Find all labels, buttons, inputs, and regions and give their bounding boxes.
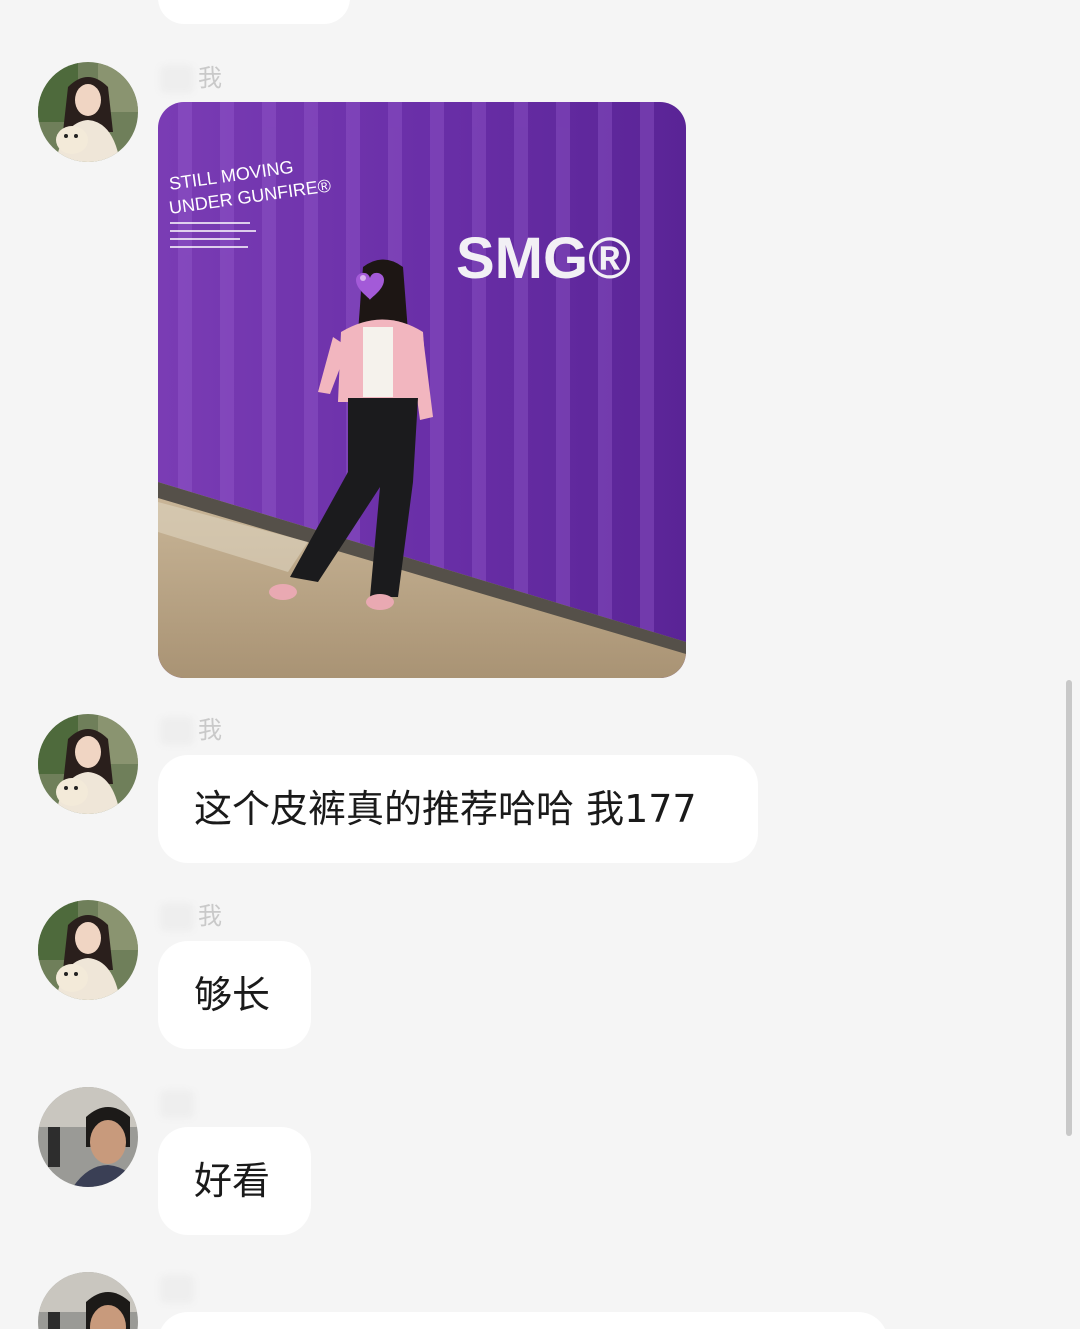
- avatar[interactable]: [38, 1272, 138, 1329]
- avatar[interactable]: [38, 1087, 138, 1187]
- chat-screen: 我 STILL MOVING UNDER GUNFIRE® SMG® 我 这个皮…: [0, 0, 1080, 1329]
- previous-message-bubble[interactable]: [158, 0, 350, 24]
- avatar[interactable]: [38, 900, 138, 1000]
- message-bubble[interactable]: 好看: [158, 1127, 311, 1235]
- sender-name: [160, 1085, 198, 1121]
- brand-logo: SMG®: [456, 226, 631, 291]
- message-bubble[interactable]: [158, 1312, 888, 1329]
- avatar[interactable]: [38, 714, 138, 814]
- avatar[interactable]: [38, 62, 138, 162]
- message-bubble[interactable]: 够长: [158, 941, 311, 1049]
- sender-name: 我: [160, 898, 224, 934]
- sender-name: 我: [160, 60, 224, 96]
- sender-name: 我: [160, 712, 224, 748]
- photo-message[interactable]: STILL MOVING UNDER GUNFIRE® SMG®: [158, 102, 686, 678]
- sender-name: [160, 1270, 198, 1306]
- message-bubble[interactable]: 这个皮裤真的推荐哈哈 我177: [158, 755, 758, 863]
- scrollbar[interactable]: [1066, 680, 1072, 1136]
